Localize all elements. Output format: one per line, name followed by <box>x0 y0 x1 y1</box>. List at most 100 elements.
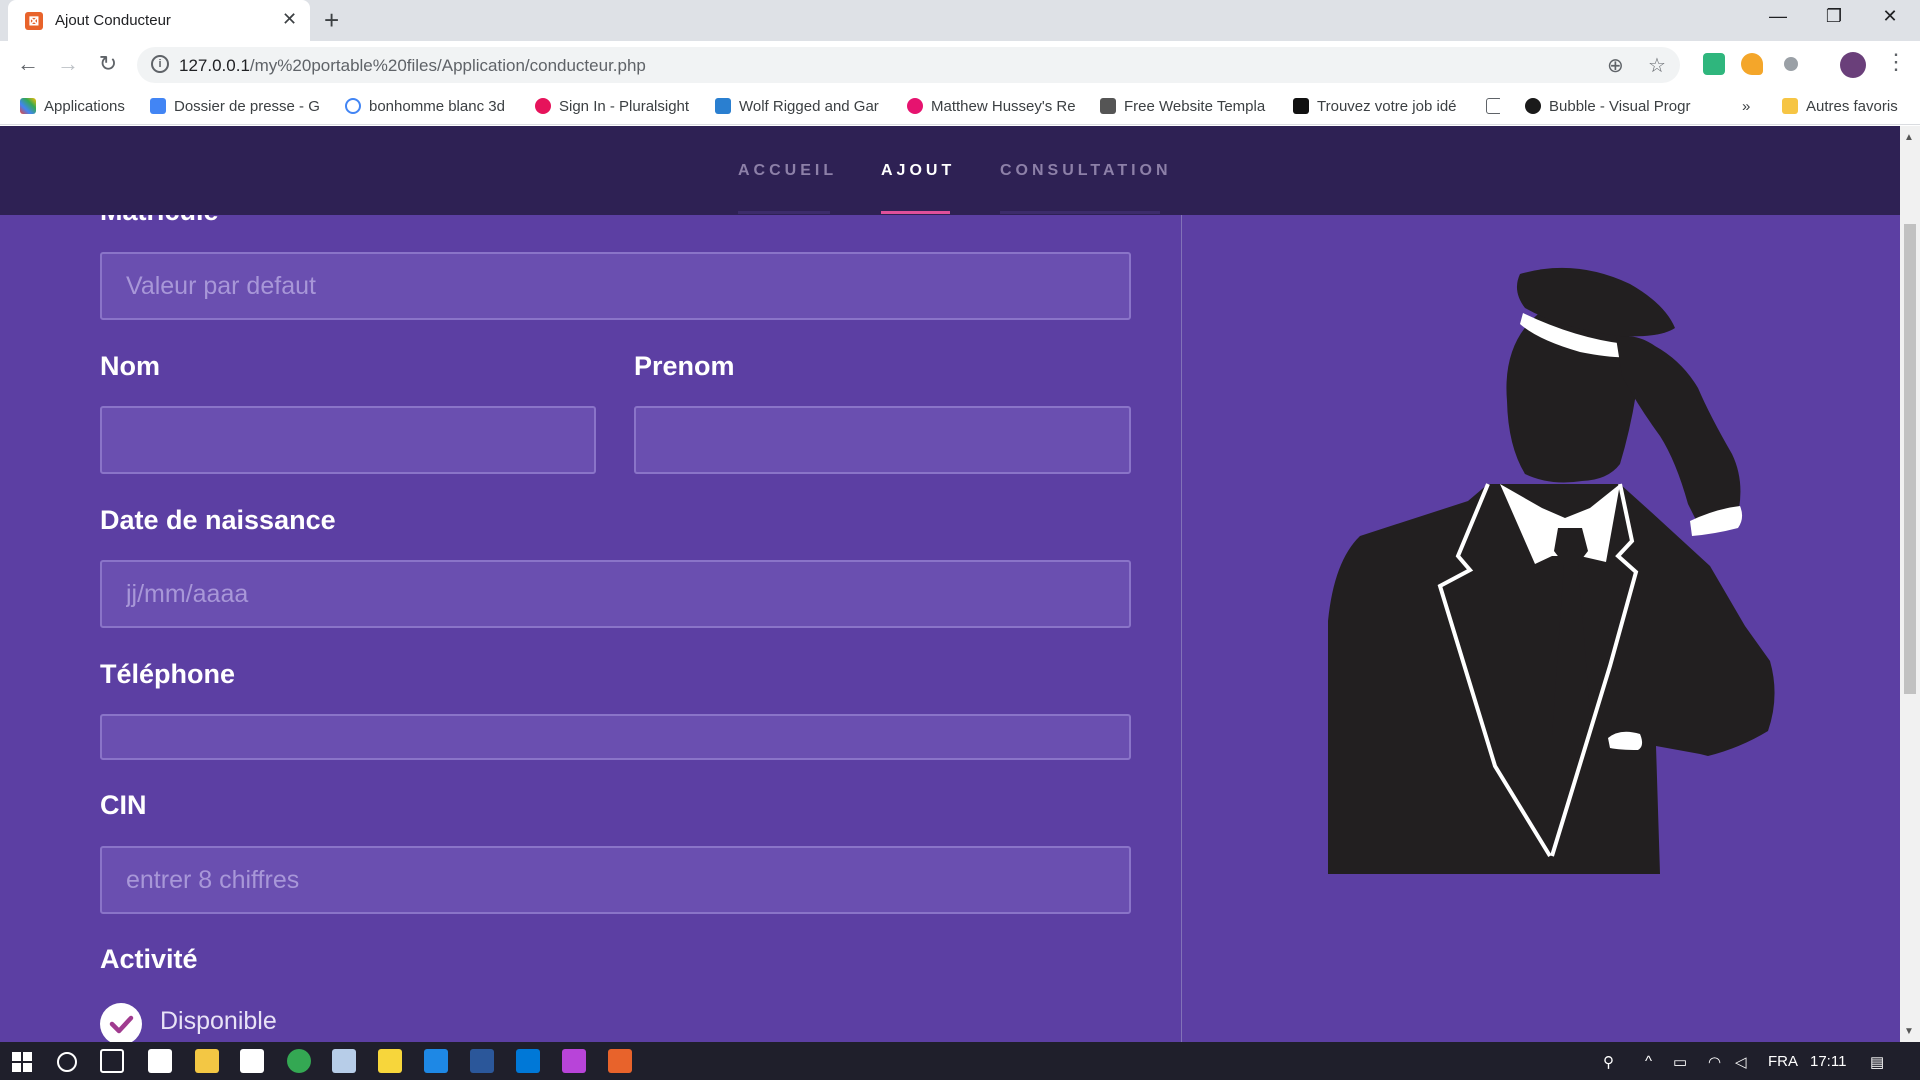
3d-icon <box>715 98 731 114</box>
bookmark-item[interactable]: Trouvez votre job idé <box>1293 98 1465 115</box>
3d-builder-icon[interactable] <box>332 1049 356 1073</box>
site-navbar: ACCUEIL AJOUT CONSULTATION <box>0 126 1900 215</box>
mail-icon[interactable] <box>148 1049 172 1073</box>
minimize-icon[interactable]: — <box>1758 6 1798 27</box>
address-bar[interactable]: i 127.0.0.1/my%20portable%20files/Applic… <box>137 47 1680 83</box>
cin-input[interactable] <box>100 846 1131 914</box>
bookmark-item[interactable]: Sign In - Pluralsight <box>535 98 707 115</box>
telephone-input[interactable] <box>100 714 1131 760</box>
new-tab-icon[interactable]: + <box>324 5 339 36</box>
bookmark-other-favorites[interactable]: Autres favoris <box>1782 98 1917 115</box>
page-content: Matricule Nom Prenom Date de naissance T… <box>0 126 1920 1042</box>
url-text[interactable]: 127.0.0.1/my%20portable%20files/Applicat… <box>179 56 646 76</box>
bookmark-label: Trouvez votre job idé <box>1317 98 1457 115</box>
bookmarks-overflow[interactable]: » <box>1742 98 1756 115</box>
activite-label: Activité <box>100 944 198 974</box>
apps-grid-icon <box>20 98 36 114</box>
bookmark-apps[interactable]: Applications <box>20 98 135 115</box>
bookmark-item[interactable]: Dossier de presse - G <box>150 98 322 115</box>
scroll-up-icon[interactable]: ▲ <box>1904 132 1914 143</box>
telephone-label: Téléphone <box>100 659 236 689</box>
extension-grammarly-icon[interactable] <box>1703 53 1725 75</box>
bookmark-item[interactable] <box>1486 98 1500 115</box>
tab-title: Ajout Conducteur <box>55 12 171 29</box>
extension-shield-icon[interactable] <box>1784 57 1798 71</box>
scroll-thumb[interactable] <box>1904 224 1916 694</box>
nav-accueil-underline <box>738 211 830 214</box>
volume-icon[interactable]: ◁ <box>1735 1053 1747 1071</box>
windows-start-icon[interactable] <box>12 1052 32 1072</box>
app-icon[interactable] <box>424 1049 448 1073</box>
bookmark-label: Dossier de presse - G <box>174 98 320 115</box>
word-icon[interactable] <box>470 1049 494 1073</box>
bookmark-label: Bubble - Visual Progr <box>1549 98 1691 115</box>
pluralsight-icon <box>535 98 551 114</box>
bookmark-item[interactable]: Wolf Rigged and Gar <box>715 98 887 115</box>
language-indicator[interactable]: FRA <box>1768 1053 1798 1070</box>
nav-ajout-underline <box>881 211 950 214</box>
url-path: /my%20portable%20files/Application/condu… <box>249 56 646 75</box>
close-tab-icon[interactable]: ✕ <box>282 9 297 30</box>
wifi-icon[interactable]: ◠ <box>1708 1053 1721 1071</box>
people-icon[interactable]: ⚲ <box>1603 1053 1614 1071</box>
nav-consultation[interactable]: CONSULTATION <box>1000 162 1172 180</box>
google-icon <box>345 98 361 114</box>
matthew-hussey-icon <box>907 98 923 114</box>
browser-tab[interactable]: ⊠ Ajout Conducteur ✕ <box>8 0 310 41</box>
disponible-label[interactable]: Disponible <box>160 1007 277 1036</box>
prenom-label: Prenom <box>634 351 735 381</box>
restore-icon[interactable]: ❐ <box>1814 6 1854 27</box>
forward-icon[interactable]: → <box>54 51 82 77</box>
checkmark-icon <box>109 1015 134 1034</box>
profile-avatar[interactable] <box>1840 52 1866 78</box>
task-view-icon[interactable] <box>100 1049 124 1073</box>
url-host: 127.0.0.1 <box>179 56 250 75</box>
google-docs-icon <box>150 98 166 114</box>
date-naissance-input[interactable] <box>100 560 1131 628</box>
menu-kebab-icon[interactable]: ⋮ <box>1885 49 1907 75</box>
store-icon[interactable] <box>240 1049 264 1073</box>
chrome-icon[interactable] <box>287 1049 311 1073</box>
bookmark-item[interactable]: Free Website Templa <box>1100 98 1272 115</box>
battery-icon[interactable]: ▭ <box>1673 1053 1687 1071</box>
ost-icon <box>1100 98 1116 114</box>
nav-accueil[interactable]: ACCUEIL <box>738 162 837 180</box>
bookmarks-bar: Applications Dossier de presse - G bonho… <box>0 89 1920 125</box>
browser-toolbar: ← → ↻ i 127.0.0.1/my%20portable%20files/… <box>0 41 1920 89</box>
zoom-icon[interactable]: ⊕ <box>1607 53 1624 78</box>
matricule-input[interactable] <box>100 252 1131 320</box>
disponible-checkbox[interactable] <box>100 1003 142 1042</box>
notifications-icon[interactable]: ▤ <box>1870 1053 1884 1071</box>
bookmark-label: Matthew Hussey's Re <box>931 98 1076 115</box>
prenom-input[interactable] <box>634 406 1131 474</box>
sticky-notes-icon[interactable] <box>378 1049 402 1073</box>
file-explorer-icon[interactable] <box>195 1049 219 1073</box>
vscode-icon[interactable] <box>516 1049 540 1073</box>
bookmark-label: Autres favoris <box>1806 98 1898 115</box>
reload-icon[interactable]: ↻ <box>94 51 122 77</box>
xampp-icon[interactable] <box>608 1049 632 1073</box>
back-icon[interactable]: ← <box>14 51 42 77</box>
phpstorm-icon[interactable] <box>562 1049 586 1073</box>
site-info-icon[interactable]: i <box>151 55 169 73</box>
cortana-search-icon[interactable] <box>57 1052 77 1072</box>
close-window-icon[interactable]: ✕ <box>1870 6 1910 27</box>
bookmark-item[interactable]: Bubble - Visual Progr <box>1525 98 1697 115</box>
nav-ajout[interactable]: AJOUT <box>881 162 955 180</box>
bookmark-label: Applications <box>44 98 125 115</box>
bookmark-label: bonhomme blanc 3d <box>369 98 505 115</box>
bookmark-label: Sign In - Pluralsight <box>559 98 690 115</box>
bookmark-star-icon[interactable]: ☆ <box>1648 53 1666 78</box>
nom-input[interactable] <box>100 406 596 474</box>
w-logo-icon <box>1293 98 1309 114</box>
bookmark-item[interactable]: bonhomme blanc 3d <box>345 98 517 115</box>
tray-chevron-icon[interactable]: ^ <box>1645 1053 1652 1070</box>
windows-taskbar: ⚲ ^ ▭ ◠ ◁ FRA 17:11 ▤ <box>0 1042 1920 1080</box>
extension-key-icon[interactable] <box>1741 53 1763 75</box>
scroll-down-icon[interactable]: ▼ <box>1904 1026 1914 1037</box>
clock[interactable]: 17:11 <box>1810 1053 1846 1070</box>
page-scrollbar[interactable]: ▲ ▼ <box>1900 126 1920 1042</box>
bookmark-item[interactable]: Matthew Hussey's Re <box>907 98 1079 115</box>
page-icon <box>1486 98 1500 114</box>
folder-icon <box>1782 98 1798 114</box>
